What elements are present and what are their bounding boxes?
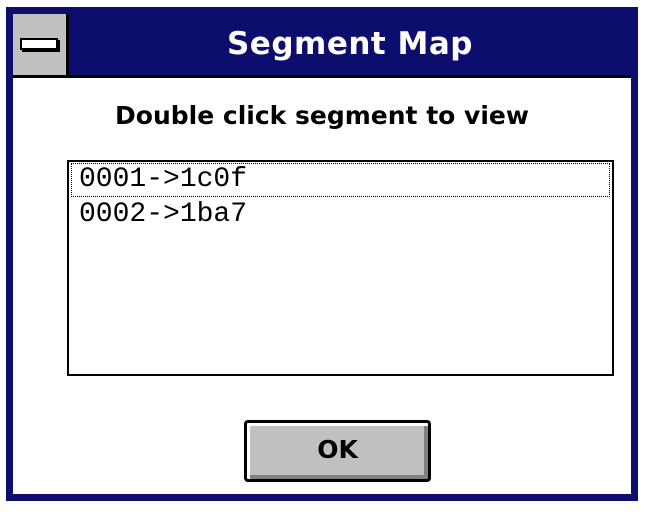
list-item[interactable]: 0002->1ba7 (71, 198, 610, 232)
window-title: Segment Map (226, 26, 473, 62)
segment-map-window: Segment Map Double click segment to view… (6, 7, 638, 501)
system-menu-icon[interactable] (13, 14, 69, 75)
segment-listbox[interactable]: 0001->1c0f 0002->1ba7 (67, 160, 614, 376)
ok-button[interactable]: OK (244, 420, 431, 482)
system-menu-bar (20, 38, 58, 50)
instruction-label: Double click segment to view (115, 101, 529, 130)
list-item[interactable]: 0001->1c0f (71, 163, 610, 197)
title-bar[interactable]: Segment Map (13, 14, 631, 78)
